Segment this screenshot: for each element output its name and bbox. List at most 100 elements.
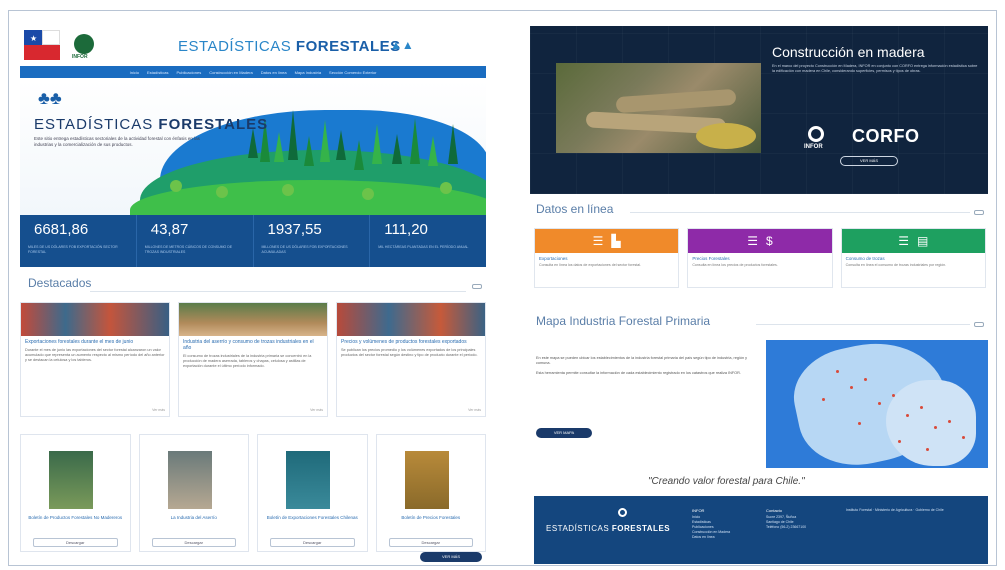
view-map-button[interactable]: VER MAPA xyxy=(536,428,592,438)
map-marker-icon[interactable] xyxy=(864,378,867,381)
footer-links: INFOR Inicio Estadísticas Publicaciones … xyxy=(692,508,730,540)
industry-map[interactable] xyxy=(766,340,988,468)
download-button[interactable]: Descargar xyxy=(151,538,236,547)
footer-link[interactable]: Datos en línea xyxy=(692,535,730,540)
publication-title[interactable]: Boletín de Productos Forestales No Mader… xyxy=(25,515,126,521)
stat-item: 43,87 Millones de metros cúbicos de cons… xyxy=(137,215,254,267)
publication-cover[interactable] xyxy=(49,451,93,509)
tree-icon xyxy=(372,124,382,164)
banner-see-more-button[interactable]: VER MÁS xyxy=(840,156,898,166)
data-card-body: Consulta en línea el consumo de trozas i… xyxy=(845,263,947,267)
news-body: El consumo de trozas industriales de la … xyxy=(183,354,312,368)
site-brand[interactable]: ESTADÍSTICAS FORESTALES xyxy=(178,38,401,55)
data-card-header[interactable]: ☰ ▤ xyxy=(841,229,985,253)
data-card-title[interactable]: Exportaciones xyxy=(535,253,678,261)
infor-logo-text: INFOR xyxy=(72,54,88,60)
logs-photo xyxy=(556,63,761,153)
infor-logo-icon[interactable] xyxy=(74,34,94,54)
destacados-title: Destacados xyxy=(28,276,92,290)
publication-cover[interactable] xyxy=(167,451,212,509)
publication-card[interactable]: Boletín de Exportaciones Forestales Chil… xyxy=(257,434,368,552)
data-card-consumo[interactable]: ☰ ▤ Consumo de trozas Consulta en línea … xyxy=(840,228,986,288)
map-marker-icon[interactable] xyxy=(962,436,965,439)
news-more-link[interactable]: Ver más xyxy=(468,408,481,412)
download-button[interactable]: Descargar xyxy=(33,538,118,547)
publication-title[interactable]: La Industria del Aserrío xyxy=(144,515,245,521)
publication-title[interactable]: Boletín de Precios Forestales xyxy=(381,515,482,521)
section-toggle-icon[interactable] xyxy=(974,322,984,327)
data-card-precios[interactable]: ☰ $ Precios Forestales Consulta en línea… xyxy=(687,228,833,288)
stat-caption: Millones de metros cúbicos de consumo de… xyxy=(144,245,233,254)
infor-logo-text: INFOR xyxy=(804,144,823,150)
news-more-link[interactable]: Ver más xyxy=(152,408,165,412)
news-card[interactable]: Exportaciones forestales durante el mes … xyxy=(20,302,170,417)
map-marker-icon[interactable] xyxy=(836,370,839,373)
news-card[interactable]: Precios y volúmenes de productos foresta… xyxy=(336,302,486,417)
publication-card[interactable]: Boletín de Productos Forestales No Mader… xyxy=(20,434,131,552)
section-toggle-icon[interactable] xyxy=(472,284,482,289)
nav-item[interactable]: Mapa Industria xyxy=(295,70,321,75)
map-marker-icon[interactable] xyxy=(920,406,923,409)
nav-item[interactable]: Publicaciones xyxy=(177,70,202,75)
data-card-title[interactable]: Precios Forestales xyxy=(688,253,831,261)
mapa-paragraph: Esta herramienta permite consultar la in… xyxy=(536,371,741,375)
download-button[interactable]: Descargar xyxy=(270,538,355,547)
banner-title: Construcción en madera xyxy=(772,44,925,60)
map-marker-icon[interactable] xyxy=(948,420,951,423)
footer-brand[interactable]: ESTADÍSTICAS FORESTALES xyxy=(546,524,670,533)
database-icon: ☰ xyxy=(592,234,604,248)
publication-title[interactable]: Boletín de Exportaciones Forestales Chil… xyxy=(262,515,363,521)
news-title[interactable]: Industria del aserrío y consumo de troza… xyxy=(179,336,327,351)
datos-title: Datos en línea xyxy=(536,202,614,216)
map-marker-icon[interactable] xyxy=(878,402,881,405)
data-card-exportaciones[interactable]: ☰ ▙ Exportaciones Consulta en línea los … xyxy=(534,228,680,288)
news-more-link[interactable]: Ver más xyxy=(310,408,323,412)
publication-card[interactable]: La Industria del Aserrío Descargar xyxy=(138,434,249,552)
nav-item[interactable]: Datos en línea xyxy=(261,70,287,75)
news-title[interactable]: Exportaciones forestales durante el mes … xyxy=(21,336,169,345)
nav-item[interactable]: Sección Comercio Exterior xyxy=(329,70,376,75)
nav-item[interactable]: Inicio xyxy=(130,70,139,75)
download-button[interactable]: Descargar xyxy=(388,538,473,547)
map-marker-icon[interactable] xyxy=(822,398,825,401)
tree-icon xyxy=(216,186,228,198)
stat-value: 6681,86 xyxy=(34,221,89,238)
section-toggle-icon[interactable] xyxy=(974,210,984,215)
map-marker-icon[interactable] xyxy=(898,440,901,443)
news-image[interactable] xyxy=(179,303,327,336)
map-landmass xyxy=(886,380,976,466)
stat-caption: Millones de US dólares FOB exportaciones… xyxy=(261,245,348,254)
news-title[interactable]: Precios y volúmenes de productos foresta… xyxy=(337,336,485,345)
nav-item[interactable]: Estadísticas xyxy=(147,70,169,75)
news-card[interactable]: Industria del aserrío y consumo de troza… xyxy=(178,302,328,417)
tree-icon xyxy=(304,136,314,166)
news-image[interactable] xyxy=(337,303,485,336)
see-more-button[interactable]: VER MÁS xyxy=(420,552,482,562)
estadisticas-page: ★ INFOR ESTADÍSTICAS FORESTALES ▲▲ Inici… xyxy=(20,14,490,569)
news-image[interactable] xyxy=(21,303,169,336)
data-card-header[interactable]: ☰ ▙ xyxy=(535,229,679,253)
footer-contact-line: Teléfono (56-2) 23667100 xyxy=(766,525,807,529)
map-marker-icon[interactable] xyxy=(906,414,909,417)
map-marker-icon[interactable] xyxy=(926,448,929,451)
tree-icon xyxy=(282,184,294,196)
map-marker-icon[interactable] xyxy=(934,426,937,429)
map-marker-icon[interactable] xyxy=(858,422,861,425)
map-marker-icon[interactable] xyxy=(892,394,895,397)
government-logo[interactable]: ★ xyxy=(24,30,60,60)
data-card-body: Consulta en línea los precios de product… xyxy=(692,263,778,267)
infor-logo-icon xyxy=(618,508,627,517)
data-cards: ☰ ▙ Exportaciones Consulta en línea los … xyxy=(534,228,986,288)
data-card-header[interactable]: ☰ $ xyxy=(688,229,832,253)
stat-value: 43,87 xyxy=(150,221,189,238)
data-card-title[interactable]: Consumo de trozas xyxy=(842,253,985,261)
banner-text: En el marco del proyecto Construcción en… xyxy=(772,64,978,74)
publication-cover[interactable] xyxy=(404,451,449,509)
nav-item[interactable]: Construcción en Madera xyxy=(209,70,253,75)
publication-card[interactable]: Boletín de Precios Forestales Descargar xyxy=(375,434,486,552)
map-marker-icon[interactable] xyxy=(850,386,853,389)
secondary-page: Construcción en madera En el marco del p… xyxy=(530,26,988,566)
slogan: "Creando valor forestal para Chile." xyxy=(648,476,805,487)
publication-cover[interactable] xyxy=(286,451,330,509)
tree-icon xyxy=(170,180,182,192)
